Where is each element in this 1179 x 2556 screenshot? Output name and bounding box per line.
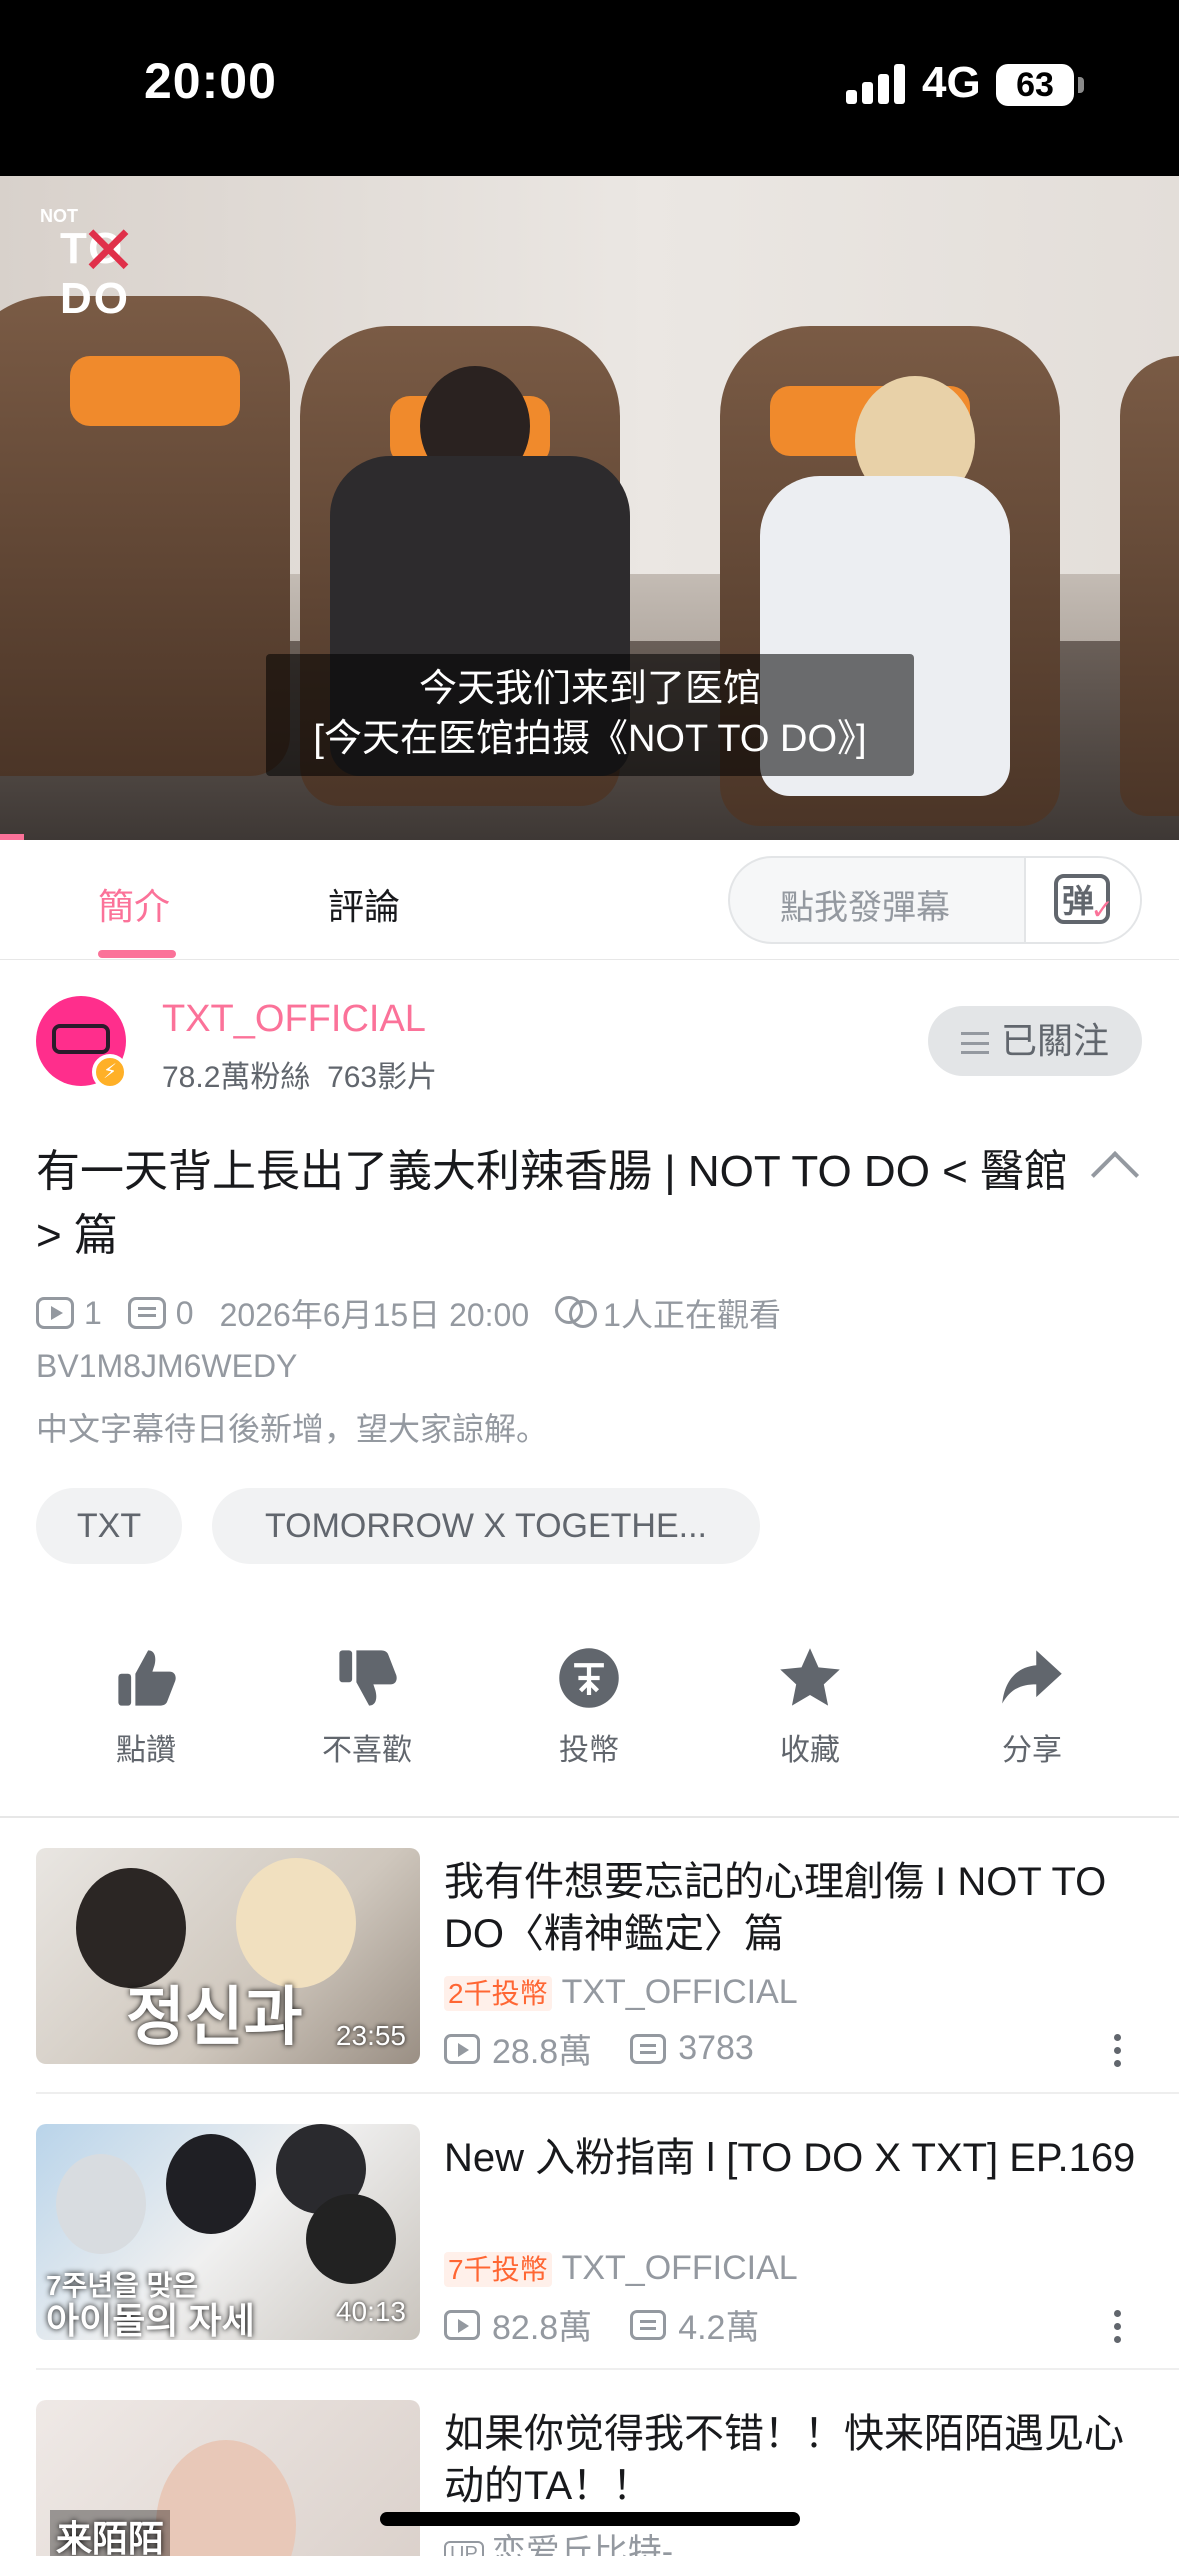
chair-pillow <box>70 356 240 426</box>
chevron-up-icon[interactable] <box>1090 1150 1140 1200</box>
coin-icon <box>559 1648 619 1708</box>
status-bar: 20:00 4G 63 <box>0 0 1179 176</box>
network-type: 4G <box>922 58 981 107</box>
follow-button[interactable]: 已關注 <box>928 1006 1142 1076</box>
signal-icon <box>846 64 906 104</box>
bvid: BV1M8JM6WEDY <box>36 1348 298 1384</box>
thumb-up-icon <box>118 1650 176 1706</box>
danmaku-toggle-button[interactable]: 弹 ✓ <box>1024 858 1140 942</box>
video-title: 有一天背上長出了義大利辣香腸 | NOT TO DO < 醫館> 篇 <box>36 1147 1069 1260</box>
tab-active-indicator <box>98 950 176 958</box>
battery-icon: 63 <box>996 64 1074 106</box>
play-count-icon <box>36 1297 74 1329</box>
related-video-item[interactable]: 7주년을 맞은 아이돌의 자세 40:13 New 入粉指南 l [TO DO … <box>0 2124 1179 2384</box>
not-to-do-logo: NOT TO DO ✕ <box>40 206 137 323</box>
uploader-video-count: 763影片 <box>327 1061 438 1094</box>
video-description: 中文字幕待日後新增，望大家諒解。 <box>36 1411 549 1447</box>
thumbnail-caption: 아이돌의 자세 <box>46 2300 255 2340</box>
tag-chip[interactable]: TOMORROW X TOGETHE... <box>212 1488 760 1564</box>
related-stats: 82.8萬 4.2萬 <box>444 2300 759 2349</box>
thumbnail-caption: 来陌陌 <box>50 2510 171 2556</box>
coin-count: 7千投幣 <box>444 2252 552 2287</box>
play-count-icon <box>444 2309 480 2340</box>
related-uploader: 2千投幣 TXT_OFFICIAL <box>444 1972 798 2012</box>
related-video-item[interactable]: 정신과 23:55 我有件想要忘記的心理創傷 I NOT TO DO〈精神鑑定〉… <box>0 1848 1179 2108</box>
uploader-followers: 78.2萬粉絲 <box>162 1061 311 1094</box>
uploader-name[interactable]: TXT_OFFICIAL <box>162 998 426 1041</box>
dislike-button[interactable]: 不喜歡 <box>287 1644 447 1769</box>
tag-chip[interactable]: TXT <box>36 1488 182 1564</box>
related-thumbnail[interactable]: 정신과 23:55 <box>36 1848 420 2064</box>
more-options-icon[interactable] <box>1112 2310 1122 2350</box>
share-icon <box>1002 1650 1062 1704</box>
star-icon <box>780 1648 840 1706</box>
danmaku-count-icon <box>630 2033 667 2064</box>
status-time: 20:00 <box>144 53 277 109</box>
play-count-icon <box>444 2033 480 2064</box>
tab-comments[interactable]: 評論 <box>328 878 400 930</box>
danmaku-count-icon <box>127 1297 166 1329</box>
danmaku-placeholder: 點我發彈幕 <box>780 889 950 927</box>
section-divider <box>0 1816 1179 1818</box>
up-badge: UP <box>444 2540 484 2556</box>
video-meta: 1 0 2026年6月15日 20:00 1人正在觀看 <box>36 1288 781 1338</box>
related-title: 如果你觉得我不错！！快来陌陌遇见心动的TA！！ <box>444 2412 1124 2508</box>
favorite-button[interactable]: 收藏 <box>730 1644 890 1769</box>
massage-chair <box>1120 356 1179 816</box>
video-duration: 40:13 <box>335 2296 406 2327</box>
related-stats: 28.8萬 3783 <box>444 2024 754 2073</box>
thumb-down-icon <box>339 1650 397 1706</box>
coin-count: 2千投幣 <box>444 1976 552 2011</box>
tab-intro[interactable]: 簡介 <box>98 878 170 930</box>
verified-badge-icon: ⚡ <box>92 1054 128 1090</box>
uploader-stats: 78.2萬粉絲 763影片 <box>162 1052 437 1096</box>
watching-icon <box>555 1296 598 1330</box>
home-indicator[interactable] <box>380 2512 800 2526</box>
video-player[interactable]: NOT TO DO ✕ 今天我们来到了医馆 [今天在医馆拍摄《NOT TO DO… <box>0 176 1179 840</box>
share-button[interactable]: 分享 <box>952 1644 1112 1769</box>
watching-now: 1人正在觀看 <box>603 1297 781 1333</box>
publish-date: 2026年6月15日 20:00 <box>219 1297 530 1333</box>
related-video-item[interactable]: 来陌陌 如果你觉得我不错！！快来陌陌遇见心动的TA！！ UP 恋爱丘比特- <box>0 2400 1179 2556</box>
like-button[interactable]: 點讚 <box>66 1644 226 1769</box>
battery-tip <box>1078 77 1084 93</box>
video-subtitle: 今天我们来到了医馆 [今天在医馆拍摄《NOT TO DO》] <box>266 654 914 776</box>
danmaku-tv-icon: 弹 ✓ <box>1054 874 1114 925</box>
related-title: New 入粉指南 l [TO DO X TXT] EP.169 <box>444 2136 1136 2180</box>
menu-icon <box>960 1032 989 1055</box>
related-thumbnail[interactable]: 来陌陌 <box>36 2400 420 2556</box>
coin-button[interactable]: 投幣 <box>509 1644 669 1769</box>
danmaku-count: 0 <box>175 1294 194 1331</box>
thumbnail-caption: 정신과 <box>126 1981 303 2053</box>
related-thumbnail[interactable]: 7주년을 맞은 아이돌의 자세 40:13 <box>36 2124 420 2340</box>
related-uploader: UP 恋爱丘比特- <box>444 2524 673 2556</box>
more-options-icon[interactable] <box>1112 2034 1122 2074</box>
danmaku-count-icon <box>630 2309 667 2340</box>
list-divider <box>36 2092 1179 2094</box>
list-divider <box>36 2368 1179 2370</box>
related-title: 我有件想要忘記的心理創傷 I NOT TO DO〈精神鑑定〉篇 <box>444 1860 1107 1956</box>
view-count: 1 <box>84 1294 102 1331</box>
related-uploader: 7千投幣 TXT_OFFICIAL <box>444 2248 798 2288</box>
video-duration: 23:55 <box>335 2020 406 2051</box>
danmaku-input[interactable]: 點我發彈幕 弹 ✓ <box>728 856 1142 944</box>
